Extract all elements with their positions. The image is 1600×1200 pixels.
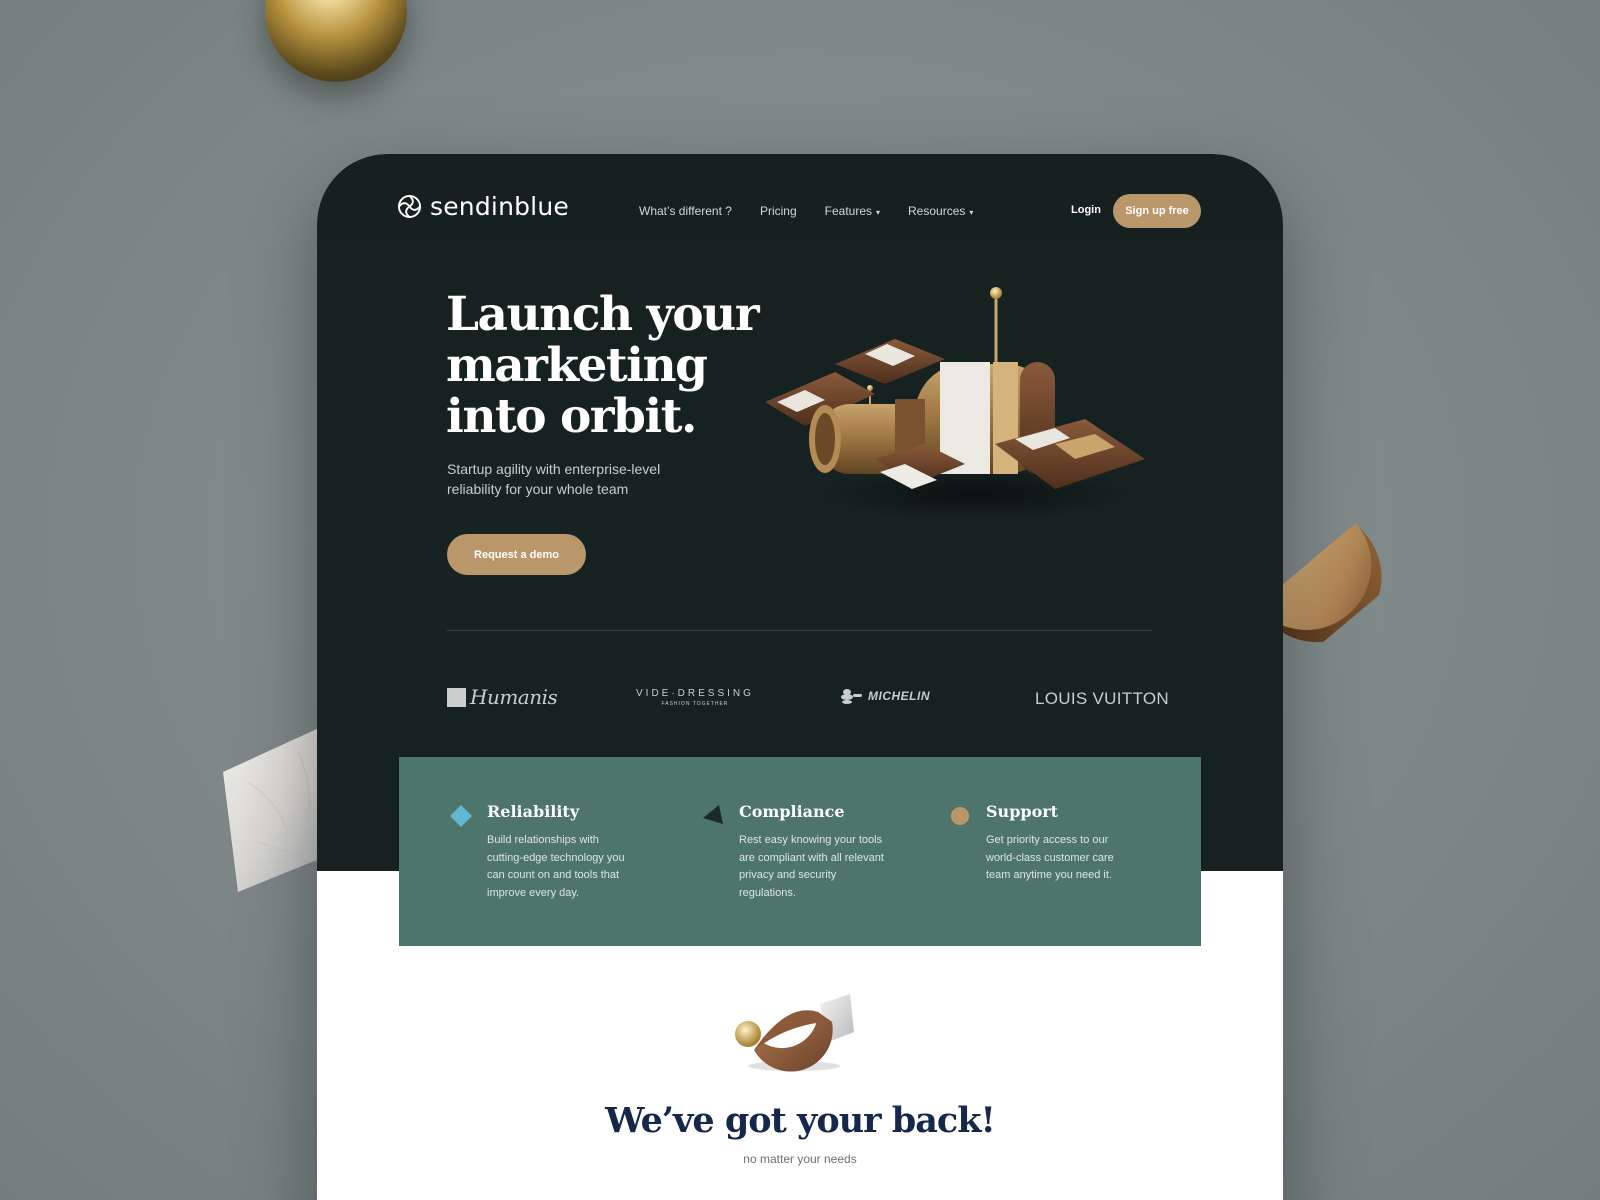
section-title: We’ve got your back! xyxy=(605,1100,996,1141)
humanis-mark-icon xyxy=(447,687,466,707)
hero-headline: Launch your marketing into orbit. xyxy=(446,287,760,444)
client-name: VIDE·DRESSING xyxy=(636,688,754,699)
diamond-icon xyxy=(450,805,472,827)
client-name: Humanis xyxy=(470,685,558,709)
client-tagline: FASHION TOGETHER xyxy=(661,701,729,707)
shapes-illustration xyxy=(735,994,854,1072)
gold-sphere-decoration xyxy=(265,0,407,82)
nav-item-label: Features xyxy=(824,204,872,218)
client-logo-michelin: MICHELIN xyxy=(840,688,930,704)
nav-item-label: Resources xyxy=(908,204,966,218)
brand-name: sendinblue xyxy=(430,192,569,221)
triangle-icon xyxy=(703,805,723,824)
page-background: sendinblue What’s different ? Pricing Fe… xyxy=(0,0,1600,1200)
circle-icon xyxy=(951,807,969,825)
signup-button[interactable]: Sign up free xyxy=(1113,194,1201,228)
nav-item-pricing[interactable]: Pricing xyxy=(760,204,797,218)
main-nav: What’s different ? Pricing Features ▾ Res… xyxy=(639,204,973,218)
nav-item-label: Pricing xyxy=(759,204,797,218)
feature-description: Get priority access to our world-class c… xyxy=(986,834,1114,881)
features-band: Reliability Build relationships with cut… xyxy=(399,757,1201,946)
satellite-illustration xyxy=(765,287,1145,522)
client-logo-vide-dressing: VIDE·DRESSING FASHION TOGETHER xyxy=(636,688,754,707)
section-divider xyxy=(447,630,1152,631)
section-subtitle: no matter your needs xyxy=(743,1152,857,1166)
feature-description: Rest easy knowing your tools are complia… xyxy=(739,834,884,899)
caret-down-icon: ▾ xyxy=(876,207,881,217)
nav-item-whats-different[interactable]: What’s different ? xyxy=(639,204,732,218)
feature-title: Compliance xyxy=(739,802,845,821)
michelin-man-icon xyxy=(841,689,862,704)
nav-item-features[interactable]: Features ▾ xyxy=(825,204,880,218)
website-card: sendinblue What’s different ? Pricing Fe… xyxy=(317,154,1283,1200)
feature-description: Build relationships with cutting-edge te… xyxy=(487,834,625,899)
nav-item-label: What’s different ? xyxy=(639,204,732,218)
feature-title: Reliability xyxy=(487,802,580,821)
login-link[interactable]: Login xyxy=(1071,204,1101,216)
brand-logo[interactable]: sendinblue xyxy=(397,192,569,221)
client-name: MICHELIN xyxy=(868,689,930,703)
caret-down-icon: ▾ xyxy=(969,207,974,217)
hero-subline: Startup agility with enterprise-level re… xyxy=(447,461,661,497)
sendinblue-logo-icon xyxy=(397,194,422,219)
client-logo-louis-vuitton: LOUIS VUITTON xyxy=(1035,689,1169,708)
feature-title: Support xyxy=(986,802,1059,821)
client-logo-humanis: Humanis xyxy=(447,685,558,709)
nav-item-resources[interactable]: Resources ▾ xyxy=(908,204,973,218)
request-demo-button[interactable]: Request a demo xyxy=(447,534,586,575)
